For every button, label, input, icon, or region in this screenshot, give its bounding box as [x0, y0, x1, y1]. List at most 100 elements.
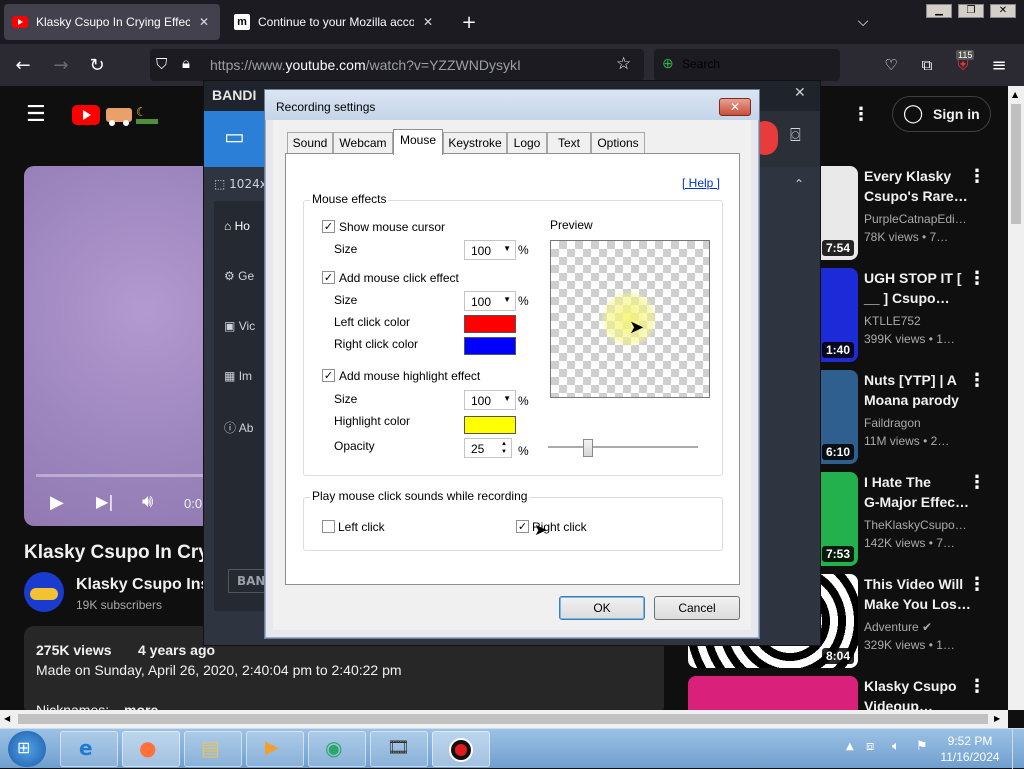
- related-title[interactable]: Klasky Csupo Videoup…: [864, 676, 974, 710]
- click-size-select[interactable]: 100 ▼: [464, 291, 516, 311]
- list-tabs-chevron-down-icon[interactable]: ⌵: [850, 9, 876, 35]
- highlight-effect-checkbox[interactable]: ✓: [322, 369, 335, 382]
- action-center-flag-icon[interactable]: ⚑: [916, 739, 928, 754]
- dialog-close-button[interactable]: ✕: [719, 98, 751, 116]
- cancel-button[interactable]: Cancel: [654, 596, 740, 620]
- sidebar-item-video[interactable]: ▣ Vic: [224, 319, 255, 333]
- more-options-icon[interactable]: ⋮: [968, 370, 986, 391]
- ok-button[interactable]: OK: [559, 596, 645, 620]
- forward-arrow-icon[interactable]: →: [48, 52, 74, 78]
- volume-muted-icon[interactable]: 🔈︎: [892, 739, 900, 754]
- pocket-icon[interactable]: ♡: [878, 52, 904, 78]
- related-title[interactable]: UGH STOP IT [__ ] Csupo…: [864, 268, 974, 308]
- channel-name[interactable]: Klasky Csupo Inst: [76, 576, 215, 594]
- taskbar-movie-maker[interactable]: 🎞︎: [370, 731, 428, 767]
- nicknames-text: Nicknames:: [36, 702, 110, 710]
- youtube-logo[interactable]: ☾: [72, 102, 162, 129]
- taskbar-internet-explorer[interactable]: e: [60, 731, 118, 767]
- sign-in-button[interactable]: ◯ Sign in: [892, 96, 991, 132]
- sidebar-item-image[interactable]: ▦ Im: [224, 369, 252, 383]
- tab-mozilla[interactable]: m Continue to your Mozilla accou ✕: [226, 4, 444, 40]
- vertical-scrollbar[interactable]: ▲: [1008, 86, 1024, 710]
- close-tab-icon[interactable]: ✕: [196, 15, 212, 29]
- related-title[interactable]: This Video Will Make You Los…: [864, 574, 974, 614]
- url-bar[interactable]: ⛉ 🔒︎ https://www.youtube.com/watch?v=YZZ…: [150, 49, 644, 81]
- left-click-sound-checkbox[interactable]: [322, 520, 335, 533]
- shield-icon[interactable]: ⛉: [156, 55, 167, 73]
- minimize-button[interactable]: ▁: [926, 4, 952, 18]
- taskbar-bandicam[interactable]: [432, 731, 490, 767]
- play-icon[interactable]: ▶: [50, 492, 64, 513]
- tab-sound[interactable]: Sound: [287, 132, 333, 154]
- taskbar-app-green[interactable]: ◉: [308, 731, 366, 767]
- clock[interactable]: 9:52 PM 11/16/2024: [940, 733, 1000, 765]
- sidebar-item-home[interactable]: ⌂ Ho: [224, 219, 250, 233]
- opacity-slider-thumb[interactable]: [583, 439, 593, 457]
- related-title[interactable]: I Hate The G-Major Effec…: [864, 472, 974, 512]
- sidebar-item-about[interactable]: ⓘ Ab: [224, 419, 253, 436]
- close-icon[interactable]: ✕: [794, 85, 806, 101]
- show-hidden-icons-icon[interactable]: ▲: [846, 741, 854, 752]
- more-options-icon[interactable]: ⋮: [968, 166, 986, 187]
- more-options-icon[interactable]: ⋮: [968, 574, 986, 595]
- close-window-button[interactable]: ✕: [990, 4, 1016, 18]
- reload-icon[interactable]: ↻: [84, 52, 110, 78]
- sidebar-item-general[interactable]: ⚙ Ge: [224, 269, 254, 283]
- close-tab-icon[interactable]: ✕: [420, 15, 436, 29]
- volume-icon[interactable]: 🔊︎: [142, 491, 153, 512]
- taskbar-media-player[interactable]: ▶: [246, 731, 304, 767]
- horizontal-scrollbar[interactable]: ◀ ▶: [0, 710, 1008, 728]
- more-options-icon[interactable]: ⋮: [968, 268, 986, 289]
- opacity-slider-track[interactable]: [548, 446, 698, 448]
- more-options-icon[interactable]: ⋮: [852, 104, 870, 125]
- taskbar-firefox[interactable]: ●: [122, 731, 180, 767]
- mouse-pointer-icon: ➤: [534, 520, 548, 539]
- show-desktop-button[interactable]: [1012, 729, 1024, 769]
- menu-hamburger-icon[interactable]: ☰: [26, 102, 46, 127]
- new-tab-button[interactable]: +: [456, 9, 482, 35]
- collapse-chevron-icon[interactable]: ⌃: [794, 177, 804, 191]
- related-title[interactable]: Every Klasky Csupo's Rare…: [864, 166, 974, 206]
- scrollbar-thumb[interactable]: [18, 714, 988, 724]
- tab-mouse[interactable]: Mouse: [393, 129, 443, 155]
- search-bar[interactable]: ⊕ Search: [654, 49, 840, 81]
- start-button[interactable]: ⊞: [8, 731, 46, 767]
- tab-keystroke[interactable]: Keystroke: [443, 132, 507, 154]
- click-effect-checkbox[interactable]: ✓: [322, 271, 335, 284]
- tab-text[interactable]: Text: [547, 132, 591, 154]
- cursor-size-select[interactable]: 100 ▼: [464, 240, 516, 260]
- bookmark-star-icon[interactable]: ☆: [616, 54, 631, 74]
- account-icon: ◯: [903, 103, 924, 124]
- taskbar-file-explorer[interactable]: ▤: [184, 731, 242, 767]
- highlight-color-swatch[interactable]: [464, 416, 516, 434]
- tab-youtube[interactable]: Klasky Csupo In Crying Effect (K ✕: [4, 4, 220, 40]
- extensions-puzzle-icon[interactable]: ⧉: [914, 52, 940, 78]
- tab-options[interactable]: Options: [591, 132, 645, 154]
- bandicam-record-icon: [449, 738, 473, 762]
- camera-icon[interactable]: ⌼: [790, 125, 801, 146]
- channel-avatar[interactable]: [24, 572, 64, 612]
- help-link[interactable]: [ Help ]: [682, 176, 720, 190]
- opacity-spinner[interactable]: 25 ▲ ▼: [464, 438, 512, 458]
- related-thumbnail[interactable]: [688, 676, 858, 710]
- back-arrow-icon[interactable]: ←: [10, 52, 36, 78]
- subscriber-count: 19K subscribers: [76, 598, 163, 612]
- network-icon[interactable]: ⧈: [866, 739, 874, 754]
- tab-webcam[interactable]: Webcam: [333, 132, 393, 154]
- related-title[interactable]: Nuts [YTP] | A Moana parody: [864, 370, 974, 410]
- show-cursor-checkbox[interactable]: ✓: [322, 220, 335, 233]
- highlight-size-select[interactable]: 100 ▼: [464, 390, 516, 410]
- right-click-color-swatch[interactable]: [464, 337, 516, 355]
- lock-icon[interactable]: 🔒︎: [182, 54, 190, 72]
- more-options-icon[interactable]: ⋮: [968, 676, 986, 697]
- scrollbar-thumb[interactable]: [1011, 104, 1021, 224]
- restore-button[interactable]: ❐: [958, 4, 984, 18]
- show-more-link[interactable]: more: [124, 702, 158, 710]
- screen-mode-button[interactable]: ▭: [204, 111, 266, 167]
- menu-hamburger-icon[interactable]: ≡: [986, 52, 1012, 78]
- left-click-color-swatch[interactable]: [464, 315, 516, 333]
- more-options-icon[interactable]: ⋮: [968, 472, 986, 493]
- next-icon[interactable]: ▶|: [96, 492, 114, 511]
- right-click-sound-checkbox[interactable]: ✓: [516, 520, 529, 533]
- tab-logo[interactable]: Logo: [507, 132, 547, 154]
